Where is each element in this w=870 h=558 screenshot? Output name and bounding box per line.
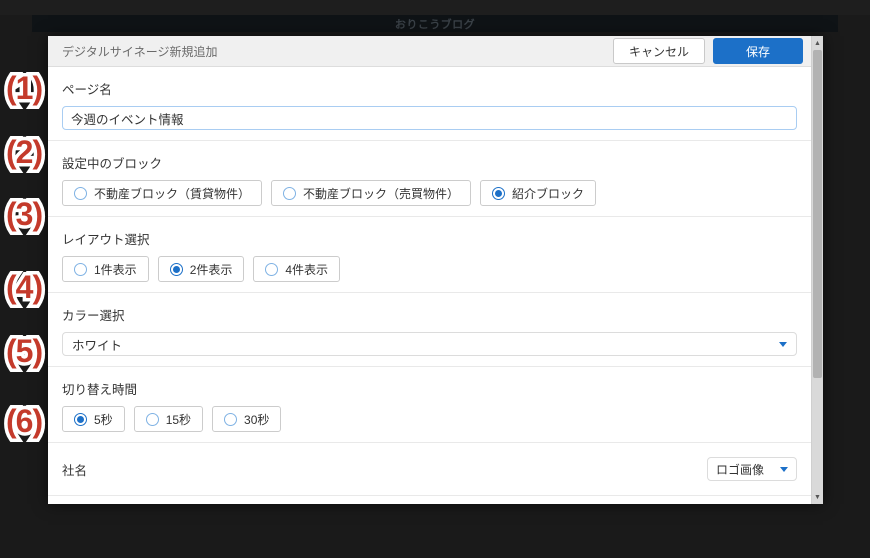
annotation-6: (6)(6): [6, 405, 42, 437]
radio-icon: [146, 413, 159, 426]
scroll-up-icon[interactable]: ▲: [812, 37, 823, 49]
scroll-down-icon[interactable]: ▼: [812, 491, 823, 503]
radio-block-sale[interactable]: 不動産ブロック（売買物件）: [271, 180, 471, 206]
chevron-down-icon: [779, 342, 787, 347]
switch-time-radio-group: 5秒 15秒 30秒: [62, 406, 797, 432]
radio-time-15s[interactable]: 15秒: [134, 406, 203, 432]
radio-label: 2件表示: [190, 261, 233, 278]
radio-label: 不動産ブロック（賃貸物件）: [94, 185, 250, 202]
section-logo: ロゴ画像 参照 保存箱: [48, 496, 811, 504]
color-select[interactable]: ホワイト: [62, 332, 797, 356]
annotation-5: (5)(5): [6, 335, 42, 367]
cancel-button[interactable]: キャンセル: [613, 38, 705, 64]
radio-icon: [265, 263, 278, 276]
block-radio-group: 不動産ブロック（賃貸物件） 不動産ブロック（売買物件） 紹介ブロック: [62, 180, 797, 206]
background-top-strip: [0, 0, 870, 15]
radio-label: 30秒: [244, 411, 269, 428]
radio-icon: [170, 263, 183, 276]
radio-icon: [74, 263, 87, 276]
radio-label: 紹介ブロック: [512, 185, 584, 202]
radio-label: 4件表示: [285, 261, 328, 278]
save-button[interactable]: 保存: [713, 38, 803, 64]
radio-block-rental[interactable]: 不動産ブロック（賃貸物件）: [62, 180, 262, 206]
radio-block-intro[interactable]: 紹介ブロック: [480, 180, 596, 206]
radio-layout-2[interactable]: 2件表示: [158, 256, 245, 282]
modal-scrollbar[interactable]: ▲ ▼: [811, 36, 823, 504]
section-page-name: ページ名: [48, 67, 811, 141]
annotation-1: (1)(1): [6, 72, 42, 104]
digital-signage-modal: デジタルサイネージ新規追加 キャンセル 保存 ページ名 設定中のブロック 不動産…: [48, 36, 823, 504]
radio-label: 不動産ブロック（売買物件）: [303, 185, 459, 202]
radio-icon: [74, 187, 87, 200]
page-name-label: ページ名: [62, 79, 797, 98]
radio-time-5s[interactable]: 5秒: [62, 406, 125, 432]
company-type-select[interactable]: ロゴ画像: [707, 457, 797, 481]
radio-icon: [492, 187, 505, 200]
color-select-value: ホワイト: [72, 335, 779, 354]
layout-radio-group: 1件表示 2件表示 4件表示: [62, 256, 797, 282]
radio-label: 1件表示: [94, 261, 137, 278]
chevron-down-icon: [780, 467, 788, 472]
company-type-select-value: ロゴ画像: [716, 461, 780, 478]
section-switch-time: 切り替え時間 5秒 15秒 30秒: [48, 367, 811, 443]
modal-body: ページ名 設定中のブロック 不動産ブロック（賃貸物件） 不動産ブロック（売買物件…: [48, 67, 811, 504]
company-label: 社名: [62, 460, 87, 479]
background-page-title: おりこうブログ: [395, 16, 475, 32]
section-layout: レイアウト選択 1件表示 2件表示 4件表示: [48, 217, 811, 293]
section-color: カラー選択 ホワイト: [48, 293, 811, 367]
radio-icon: [224, 413, 237, 426]
block-label: 設定中のブロック: [62, 153, 797, 172]
radio-layout-1[interactable]: 1件表示: [62, 256, 149, 282]
section-company: 社名 ロゴ画像: [48, 443, 811, 496]
radio-time-30s[interactable]: 30秒: [212, 406, 281, 432]
radio-label: 15秒: [166, 411, 191, 428]
modal-title: デジタルサイネージ新規追加: [62, 43, 613, 60]
radio-label: 5秒: [94, 411, 113, 428]
layout-label: レイアウト選択: [62, 229, 797, 248]
section-block: 設定中のブロック 不動産ブロック（賃貸物件） 不動産ブロック（売買物件） 紹介ブ…: [48, 141, 811, 217]
page-name-input[interactable]: [62, 106, 797, 130]
switch-time-label: 切り替え時間: [62, 379, 797, 398]
radio-icon: [283, 187, 296, 200]
scrollbar-thumb[interactable]: [813, 50, 822, 378]
annotation-3: (3)(3): [6, 198, 42, 230]
color-label: カラー選択: [62, 305, 797, 324]
modal-header: デジタルサイネージ新規追加 キャンセル 保存: [48, 36, 823, 67]
annotation-4: (4)(4): [6, 271, 42, 303]
background-page-header: おりこうブログ: [32, 15, 838, 32]
radio-icon: [74, 413, 87, 426]
annotation-2: (2)(2): [6, 136, 42, 168]
radio-layout-4[interactable]: 4件表示: [253, 256, 340, 282]
